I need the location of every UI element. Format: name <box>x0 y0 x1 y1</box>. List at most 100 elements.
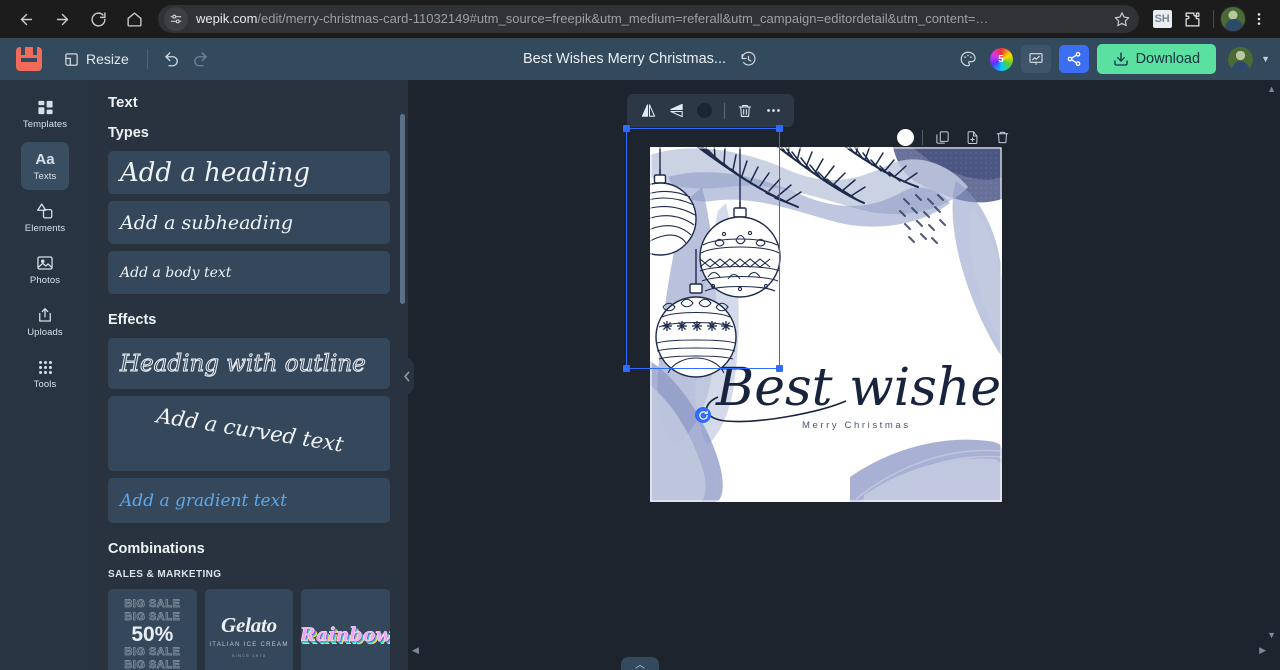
download-button[interactable]: Download <box>1096 44 1217 74</box>
gelato-main: Gelato <box>221 612 277 637</box>
sidebar-item-tools[interactable]: Tools <box>21 350 69 398</box>
palette-icon[interactable] <box>954 45 982 73</box>
text-panel-scroll[interactable]: Text Types Add a heading Add a subheadin… <box>90 80 408 670</box>
more-options-icon[interactable] <box>760 98 786 124</box>
delete-page-icon[interactable] <box>991 126 1013 148</box>
text-type-heading-label: Add a heading <box>120 157 311 188</box>
chrome-menu-icon[interactable] <box>1246 6 1272 32</box>
share-button[interactable] <box>1058 45 1089 73</box>
big-sale-ghost-1: BIG SALE <box>124 598 181 611</box>
page-color-swatch[interactable] <box>897 128 914 146</box>
text-type-body[interactable]: Add a body text <box>108 251 390 294</box>
text-type-subheading-label: Add a subheading <box>120 211 294 234</box>
combinations-row: BIG SALE BIG SALE 50% BIG SALE BIG SALE … <box>108 589 391 670</box>
site-settings-icon[interactable] <box>164 7 188 31</box>
url-text[interactable]: wepik.com/edit/merry-christmas-card-1103… <box>188 5 1109 33</box>
sidebar-label-elements: Elements <box>24 223 66 234</box>
undo-button[interactable] <box>158 45 186 73</box>
version-history-icon[interactable] <box>740 51 757 68</box>
sidebar-item-photos[interactable]: Photos <box>21 246 69 294</box>
text-effect-outline-label: Heading with outline <box>120 350 367 377</box>
panel-collapse-button[interactable] <box>399 358 414 394</box>
tools-icon <box>37 358 54 376</box>
browser-toolbar: wepik.com/edit/merry-christmas-card-1103… <box>0 0 1280 38</box>
text-effect-outline[interactable]: Heading with outline <box>108 338 390 389</box>
extensions-puzzle-icon[interactable] <box>1179 6 1205 32</box>
text-panel: Text Types Add a heading Add a subheadin… <box>90 80 408 670</box>
canvas-scroll-up-arrow[interactable]: ▲ <box>1267 84 1276 94</box>
combination-card-big-sale[interactable]: BIG SALE BIG SALE 50% BIG SALE BIG SALE <box>108 589 197 670</box>
sidebar-item-templates[interactable]: Templates <box>21 90 69 138</box>
header-divider <box>146 49 148 69</box>
page-tools-divider <box>922 129 923 145</box>
gelato-sub: ITALIAN ICE CREAM <box>209 641 289 648</box>
text-effect-curved-label: Add a curved text <box>154 402 345 457</box>
panel-scrollbar[interactable] <box>400 114 405 304</box>
sidebar-label-texts: Texts <box>33 171 57 182</box>
forward-button[interactable] <box>47 4 77 34</box>
text-type-subheading[interactable]: Add a subheading <box>108 201 390 244</box>
present-button[interactable] <box>1020 45 1051 73</box>
canvas-scroll-down-arrow[interactable]: ▼ <box>1267 630 1276 640</box>
app-header: Resize Best Wishes Merry Christmas... 5 … <box>0 38 1280 80</box>
duplicate-page-icon[interactable] <box>931 126 953 148</box>
text-type-heading[interactable]: Add a heading <box>108 151 390 194</box>
text-type-body-label: Add a body text <box>120 264 232 281</box>
address-bar[interactable]: wepik.com/edit/merry-christmas-card-1103… <box>158 5 1139 33</box>
rotate-handle[interactable] <box>695 407 711 423</box>
panel-title: Text <box>108 94 138 111</box>
combination-card-rainbow[interactable]: Rainbow <box>301 589 391 670</box>
chrome-profile-avatar[interactable] <box>1220 6 1246 32</box>
canvas-scroll-right-arrow[interactable]: ▶ <box>1259 645 1266 656</box>
flip-horizontal-icon[interactable] <box>635 98 661 124</box>
sidebar-label-uploads: Uploads <box>27 327 63 338</box>
resize-handle-bottom-left[interactable] <box>623 365 630 372</box>
extension-sh-icon[interactable]: SH <box>1149 6 1175 32</box>
resize-button[interactable]: Resize <box>56 46 137 72</box>
combination-card-gelato[interactable]: Gelato ITALIAN ICE CREAM SINCE 1970 <box>204 589 294 670</box>
combinations-category: SALES & MARKETING <box>108 569 222 580</box>
templates-icon <box>37 98 54 116</box>
object-toolbar-divider <box>724 102 725 119</box>
bookmark-star-icon[interactable] <box>1109 6 1135 32</box>
app-body: Templates Aa Texts Elements Photos Uploa… <box>0 80 1280 670</box>
sidebar-item-texts[interactable]: Aa Texts <box>21 142 69 190</box>
wepik-logo-icon[interactable] <box>16 47 42 71</box>
resize-label: Resize <box>86 51 129 67</box>
text-effect-gradient-label: Add a gradient text <box>120 490 288 511</box>
sidebar-label-photos: Photos <box>29 275 61 286</box>
chevron-down-icon[interactable]: ▼ <box>1261 54 1270 64</box>
sidebar-item-elements[interactable]: Elements <box>21 194 69 242</box>
color-wheel-count: 5 <box>998 53 1004 65</box>
document-title[interactable]: Best Wishes Merry Christmas... <box>523 51 726 67</box>
pages-panel-toggle[interactable]: ︿ <box>621 657 659 670</box>
reload-button[interactable] <box>83 4 113 34</box>
url-host: wepik.com <box>196 11 258 26</box>
add-page-icon[interactable] <box>961 126 983 148</box>
object-color-button[interactable] <box>691 98 717 124</box>
card-title-text: Best wishes <box>715 358 1002 418</box>
user-avatar[interactable] <box>1228 46 1254 72</box>
canvas-area[interactable]: Best wishes Merry Christmas ◀ ▶ ▲ ▼ <box>408 80 1280 670</box>
home-button[interactable] <box>119 4 149 34</box>
download-label: Download <box>1135 51 1201 67</box>
uploads-icon <box>36 306 54 324</box>
chrome-divider <box>1213 10 1214 28</box>
combinations-heading: Combinations <box>108 541 205 557</box>
object-color-swatch <box>696 103 712 118</box>
texts-icon: Aa <box>35 150 55 168</box>
color-wheel-icon[interactable]: 5 <box>989 47 1013 71</box>
sidebar-item-uploads[interactable]: Uploads <box>21 298 69 346</box>
extension-badge-label: SH <box>1152 10 1172 28</box>
design-page[interactable]: Best wishes Merry Christmas <box>650 147 1002 502</box>
delete-object-icon[interactable] <box>732 98 758 124</box>
back-button[interactable] <box>11 4 41 34</box>
flip-vertical-icon[interactable] <box>663 98 689 124</box>
redo-button[interactable] <box>186 45 214 73</box>
gelato-since: SINCE 1970 <box>231 652 267 658</box>
effects-heading: Effects <box>108 312 157 328</box>
text-effect-gradient[interactable]: Add a gradient text <box>108 478 390 523</box>
canvas-scroll-left-arrow[interactable]: ◀ <box>412 645 419 656</box>
card-subtitle-text: Merry Christmas <box>802 420 911 431</box>
text-effect-curved[interactable]: Add a curved text <box>108 396 390 471</box>
